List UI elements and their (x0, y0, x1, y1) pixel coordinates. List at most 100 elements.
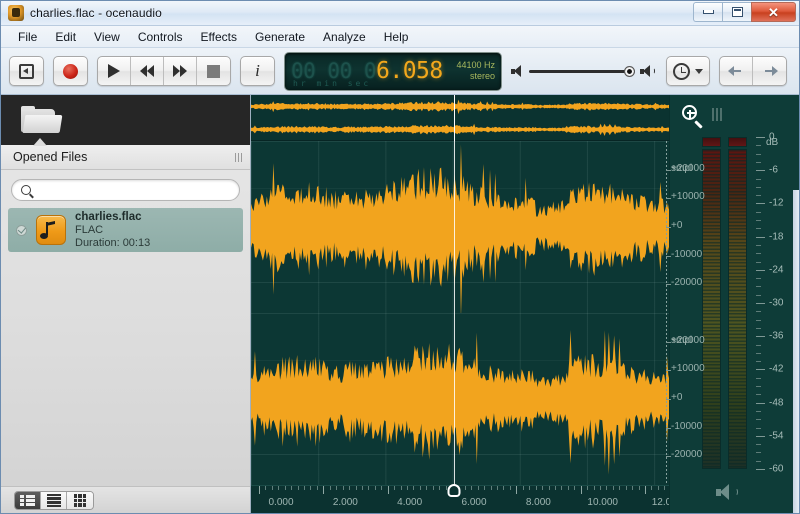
time-axis-minor-tick (664, 486, 665, 490)
details-view-button[interactable] (15, 492, 41, 509)
grid-view-button[interactable] (67, 492, 93, 509)
minimize-button[interactable] (693, 2, 722, 22)
menu-item-effects[interactable]: Effects (192, 28, 246, 46)
fast-forward-icon (173, 65, 187, 77)
playhead[interactable] (454, 95, 455, 485)
db-scale-minor-tick (756, 162, 761, 163)
info-group: i (240, 56, 275, 86)
meters-grip-handle[interactable] (712, 108, 722, 121)
clip-indicator-left[interactable] (702, 137, 721, 147)
nav-back-button[interactable] (720, 57, 753, 85)
y-axis-tick-label: -10000 (671, 421, 702, 432)
y-axis-tick (666, 370, 671, 371)
time-display[interactable]: 00 00 0 6.058 hr min sec 44100 Hz stereo (284, 52, 502, 91)
playhead-handle[interactable] (447, 484, 460, 497)
time-axis-minor-tick (471, 486, 472, 490)
db-scale-tick (756, 203, 765, 204)
sidebar-toggle-button[interactable] (10, 57, 43, 85)
db-scale-minor-tick (756, 295, 761, 296)
db-scale-minor-tick (756, 311, 761, 312)
nav-forward-button[interactable] (753, 57, 786, 85)
history-group (666, 56, 710, 86)
file-selected-check[interactable] (16, 225, 27, 236)
db-scale-minor-tick (756, 411, 761, 412)
db-scale-minor-tick (756, 320, 761, 321)
info-icon: i (255, 61, 260, 81)
stop-button[interactable] (197, 57, 230, 85)
db-scale-tick (756, 369, 765, 370)
search-field[interactable] (11, 179, 240, 201)
db-scale-tick (756, 436, 765, 437)
history-button[interactable] (667, 57, 709, 85)
time-axis-minor-tick (639, 486, 640, 490)
arrow-left-icon (728, 66, 744, 77)
list-view-button[interactable] (41, 492, 67, 509)
search-row (1, 170, 250, 208)
y-axis-tick-label: +0 (671, 392, 682, 403)
menu-item-file[interactable]: File (9, 28, 46, 46)
record-button[interactable] (54, 57, 87, 85)
arrow-right-icon (762, 66, 778, 77)
db-scale-label: -48 (769, 397, 783, 408)
vertical-axis-line (666, 141, 667, 485)
waveform-editor[interactable]: smpl 0.0002.0004.0006.0008.00010.00012.0… (251, 95, 799, 514)
menu-item-edit[interactable]: Edit (46, 28, 85, 46)
menu-item-controls[interactable]: Controls (129, 28, 192, 46)
menu-item-view[interactable]: View (85, 28, 129, 46)
speaker-icon[interactable] (716, 484, 738, 500)
db-scale-minor-tick (756, 461, 761, 462)
time-axis-minor-tick (336, 486, 337, 490)
sidebar: Opened Files charlies.flac FLAC Duration… (1, 95, 251, 514)
time-axis-minor-tick (439, 486, 440, 490)
time-axis-minor-tick (433, 486, 434, 490)
db-scale-minor-tick (756, 195, 761, 196)
time-axis-minor-tick (510, 486, 511, 490)
y-axis-tick (666, 170, 671, 171)
db-scale-minor-tick (756, 386, 761, 387)
menu-item-help[interactable]: Help (375, 28, 418, 46)
close-button[interactable]: ✕ (751, 2, 796, 22)
zoom-in-icon[interactable] (682, 105, 701, 124)
menu-item-analyze[interactable]: Analyze (314, 28, 375, 46)
db-scale-tick (756, 303, 765, 304)
rewind-button[interactable] (131, 57, 164, 85)
forward-button[interactable] (164, 57, 197, 85)
clip-indicator-right[interactable] (728, 137, 747, 147)
db-scale-minor-tick (756, 212, 761, 213)
y-axis-tick (666, 399, 671, 400)
opened-files-title: Opened Files (13, 150, 87, 164)
play-icon (108, 64, 120, 78)
info-button[interactable]: i (241, 57, 274, 85)
time-axis-major-tick (388, 486, 389, 494)
time-units-label: hr min sec (293, 79, 371, 88)
time-axis-label: 0.000 (268, 497, 293, 508)
time-axis-major-tick (259, 486, 260, 494)
transport-group (97, 56, 231, 86)
db-scale-minor-tick (756, 345, 761, 346)
search-input[interactable] (37, 184, 230, 196)
db-scale-minor-tick (756, 286, 761, 287)
db-scale-tick (756, 137, 765, 138)
time-axis-minor-tick (272, 486, 273, 490)
volume-track (529, 70, 635, 73)
time-axis-minor-tick (317, 486, 318, 490)
play-button[interactable] (98, 57, 131, 85)
volume-knob[interactable] (624, 66, 635, 77)
list-item[interactable]: charlies.flac FLAC Duration: 00:13 (8, 208, 243, 252)
db-scale-minor-tick (756, 228, 761, 229)
chevron-down-icon (695, 69, 703, 74)
menu-item-generate[interactable]: Generate (246, 28, 314, 46)
overview-playhead[interactable] (454, 95, 455, 141)
y-axis-tick (666, 284, 671, 285)
time-axis-major-tick (516, 486, 517, 494)
volume-slider[interactable] (529, 65, 635, 77)
panel-grip-handle[interactable] (235, 153, 243, 162)
time-axis-minor-tick (362, 486, 363, 490)
maximize-button[interactable] (722, 2, 751, 22)
time-active-digits: 6.058 (376, 60, 443, 83)
open-folder-icon[interactable] (21, 106, 61, 134)
file-name: charlies.flac (75, 211, 150, 224)
time-axis-minor-tick (478, 486, 479, 490)
y-axis-tick-label: +10000 (671, 191, 705, 202)
grid-view-icon (74, 494, 87, 507)
